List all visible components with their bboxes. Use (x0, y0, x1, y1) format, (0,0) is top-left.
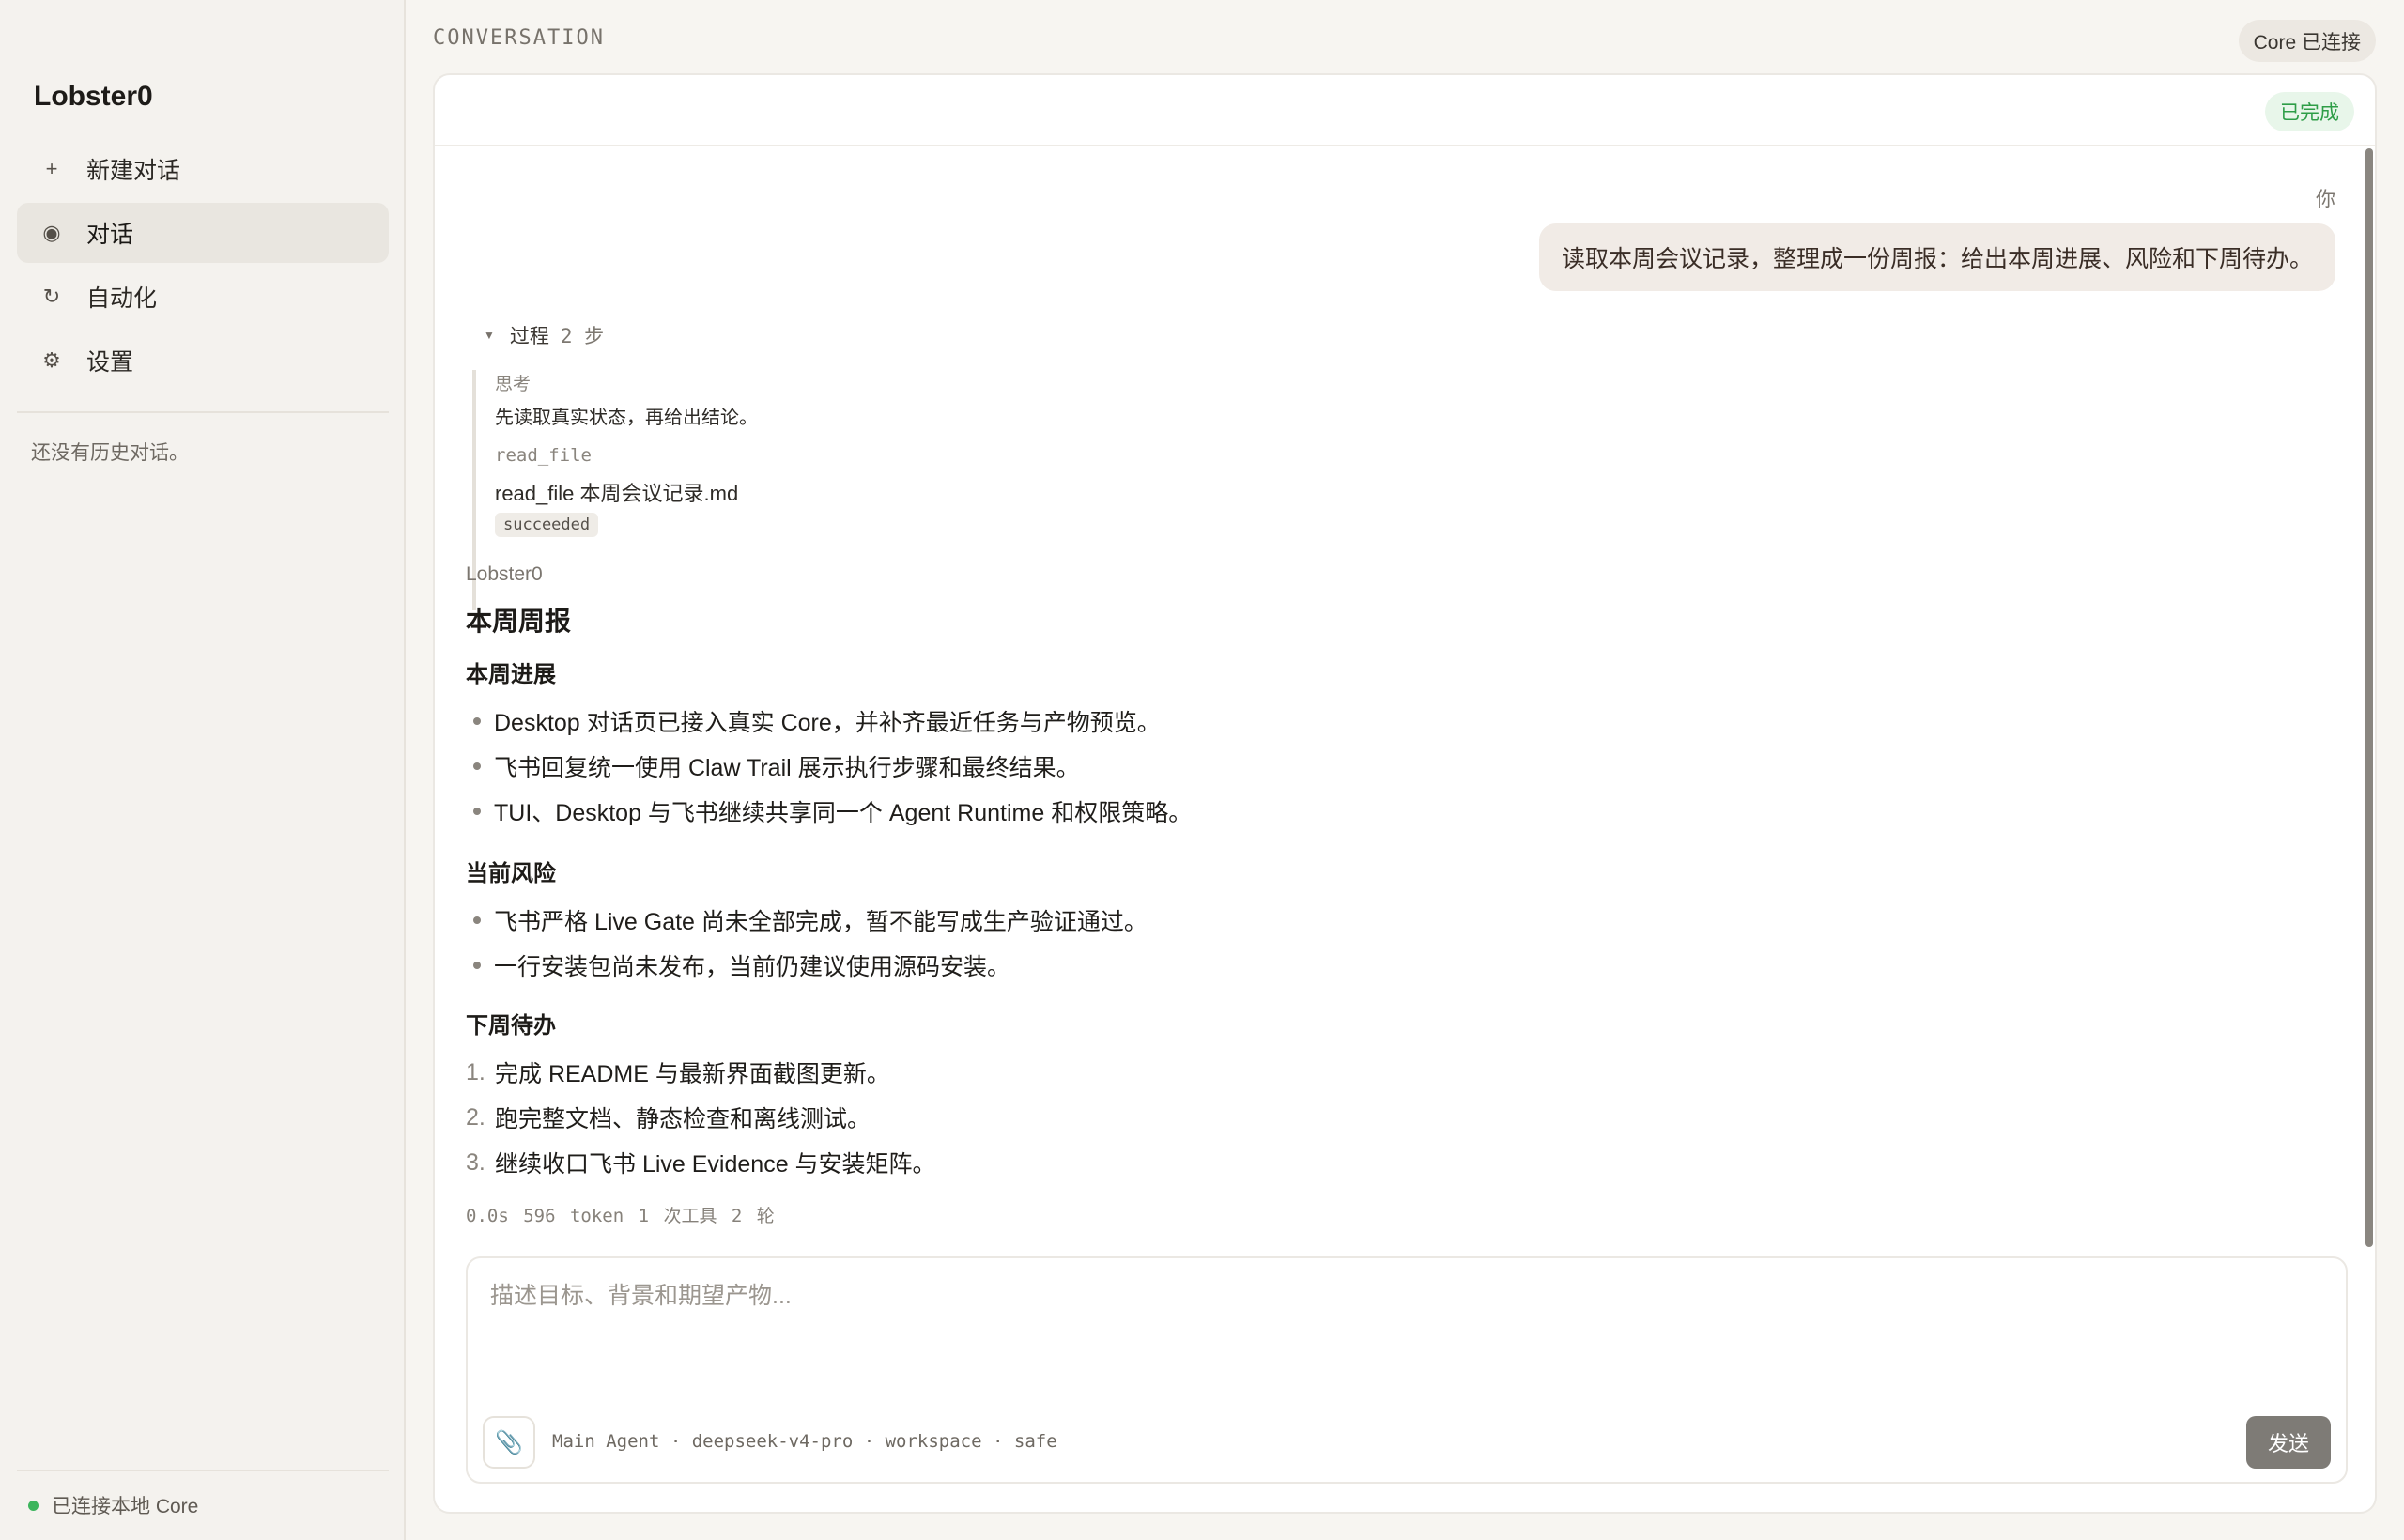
sidebar-item-label: 设置 (86, 349, 134, 376)
composer: 📎 Main Agent · deepseek-v4-pro · workspa… (466, 1256, 2348, 1484)
process-toggle[interactable]: ▼ 过程 2 步 (484, 321, 604, 349)
sidebar-divider (17, 411, 389, 413)
process-step-count: 2 步 (560, 325, 605, 347)
chevron-down-icon: ▼ (484, 329, 495, 342)
list-item: 飞书回复统一使用 Claw Trail 展示执行步骤和最终结果。 (466, 749, 1080, 783)
report-title: 本周周报 (466, 607, 572, 636)
sidebar-nav: + 新建对话 ◉ 对话 ↻ 自动化 ⚙ 设置 (17, 139, 389, 394)
section-label: CONVERSATION (433, 26, 605, 50)
status-badge: 已完成 (2265, 92, 2354, 131)
list-item: 1. 完成 README 与最新界面截图更新。 (466, 1055, 890, 1089)
bullet-icon (473, 962, 481, 969)
thinking-label: 思考 (495, 375, 532, 394)
tool-call: read_file 本周会议记录.md (495, 482, 739, 505)
list-item-text: TUI、Desktop 与飞书继续共享同一个 Agent Runtime 和权限… (494, 800, 1193, 826)
connection-status-text: 已连接本地 Core (52, 1496, 199, 1517)
sidebar: Lobster0 + 新建对话 ◉ 对话 ↻ 自动化 ⚙ 设置 还没有历史对话。… (0, 0, 406, 1540)
list-item-text: 飞书严格 Live Gate 尚未全部完成，暂不能写成生产验证通过。 (494, 909, 1148, 935)
conversation-panel: 已完成 你 读取本周会议记录，整理成一份周报：给出本周进展、风险和下周待办。 ▼… (433, 73, 2377, 1514)
list-item: 2. 跑完整文档、静态检查和离线测试。 (466, 1101, 871, 1134)
list-number: 2. (466, 1103, 485, 1131)
run-metrics: 0.0s 596 token 1 次工具 2 轮 (466, 1206, 775, 1226)
list-item-text: Desktop 对话页已接入真实 Core，并补齐最近任务与产物预览。 (494, 710, 1161, 736)
process-trace: 思考 先读取真实状态，再给出结论。 read_file read_file 本周… (472, 370, 1036, 610)
bullet-icon (473, 762, 481, 770)
section-heading-progress: 本周进展 (466, 662, 556, 687)
list-number: 1. (466, 1058, 485, 1086)
list-item: 飞书严格 Live Gate 尚未全部完成，暂不能写成生产验证通过。 (466, 903, 1148, 937)
sidebar-footer-divider (17, 1470, 389, 1471)
sidebar-item-automation[interactable]: ↻ 自动化 (17, 267, 389, 327)
list-item: Desktop 对话页已接入真实 Core，并补齐最近任务与产物预览。 (466, 704, 1161, 738)
list-item: 3. 继续收口飞书 Live Evidence 与安装矩阵。 (466, 1146, 936, 1179)
scrollbar[interactable] (2365, 148, 2373, 1247)
sidebar-item-conversation[interactable]: ◉ 对话 (17, 203, 389, 263)
sidebar-item-label: 新建对话 (86, 158, 181, 184)
connection-status: 已连接本地 Core (28, 1491, 198, 1519)
bullet-icon (473, 808, 481, 815)
list-item-text: 飞书回复统一使用 Claw Trail 展示执行步骤和最终结果。 (494, 755, 1080, 781)
sidebar-item-new-conversation[interactable]: + 新建对话 (17, 139, 389, 199)
attach-button[interactable]: 📎 (483, 1416, 535, 1469)
user-label: 你 (2316, 189, 2335, 210)
list-item: 一行安装包尚未发布，当前仍建议使用源码安装。 (466, 948, 1010, 982)
list-number: 3. (466, 1148, 485, 1176)
process-label: 过程 (509, 326, 549, 347)
refresh-icon: ↻ (42, 285, 61, 308)
list-item: TUI、Desktop 与飞书继续共享同一个 Agent Runtime 和权限… (466, 794, 1192, 828)
list-item-text: 完成 README 与最新界面截图更新。 (495, 1061, 890, 1087)
paperclip-icon: 📎 (495, 1429, 523, 1455)
core-status-badge: Core 已连接 (2238, 20, 2376, 62)
bullet-icon (473, 717, 481, 725)
section-heading-risks: 当前风险 (466, 861, 556, 886)
agent-config-info: Main Agent · deepseek-v4-pro · workspace… (552, 1431, 1057, 1452)
empty-history-text: 还没有历史对话。 (31, 442, 189, 464)
tool-status-badge: succeeded (495, 513, 599, 537)
agent-name: Lobster0 (466, 563, 543, 585)
dot-icon: ◉ (42, 221, 61, 244)
gear-icon: ⚙ (42, 348, 61, 372)
list-item-text: 跑完整文档、静态检查和离线测试。 (495, 1106, 871, 1132)
conversation-header: 已完成 (435, 75, 2375, 146)
brand-title: Lobster0 (34, 81, 153, 112)
thinking-text: 先读取真实状态，再给出结论。 (495, 408, 758, 428)
sidebar-item-label: 自动化 (86, 285, 158, 312)
bullet-icon (473, 916, 481, 924)
status-dot-icon (28, 1500, 39, 1511)
sidebar-item-settings[interactable]: ⚙ 设置 (17, 331, 389, 391)
sidebar-item-label: 对话 (86, 222, 134, 248)
section-heading-todos: 下周待办 (466, 1013, 556, 1039)
send-button[interactable]: 发送 (2246, 1416, 2331, 1469)
message-input[interactable] (490, 1283, 2274, 1310)
list-item-text: 继续收口飞书 Live Evidence 与安装矩阵。 (495, 1151, 936, 1178)
user-message: 读取本周会议记录，整理成一份周报：给出本周进展、风险和下周待办。 (1538, 223, 2335, 291)
tool-name: read_file (495, 445, 592, 466)
list-item-text: 一行安装包尚未发布，当前仍建议使用源码安装。 (494, 954, 1011, 980)
plus-icon: + (45, 157, 58, 180)
